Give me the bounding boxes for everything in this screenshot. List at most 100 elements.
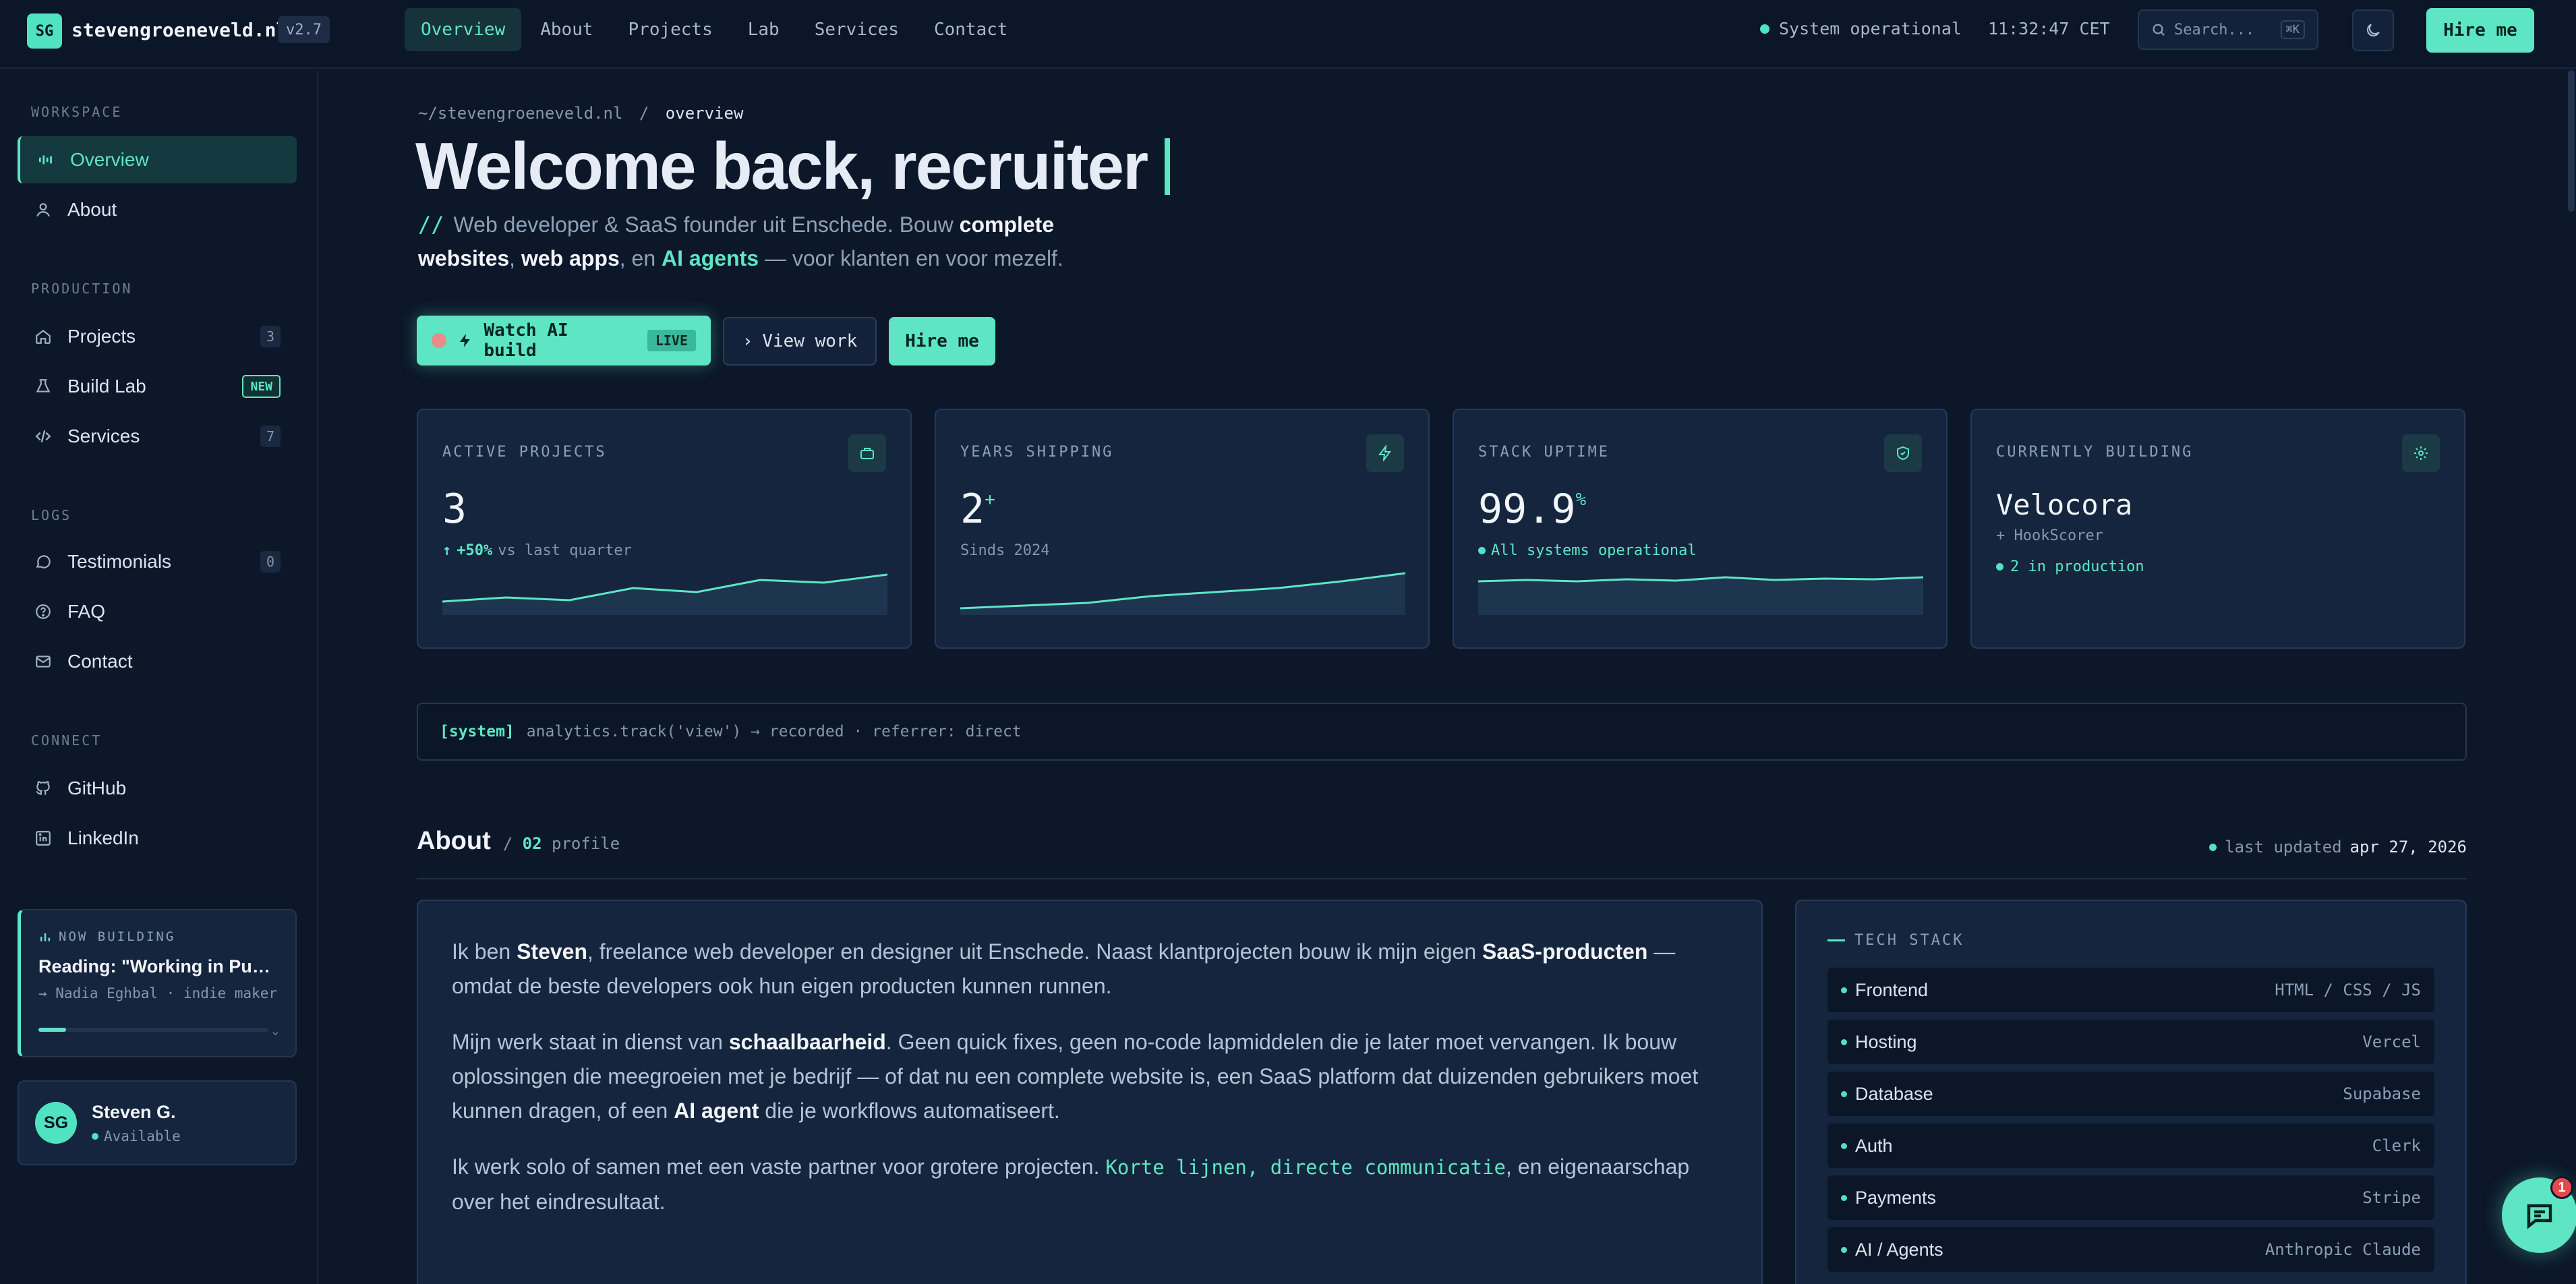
testimonials-count: 0 [260,551,281,573]
flask-icon [34,377,53,396]
tech-key: AI / Agents [1855,1239,1943,1260]
text: Mijn werk staat in dienst van [452,1030,729,1054]
stat-note: ↑ +50% vs last quarter [442,542,632,559]
search-shortcut: ⌘K [2280,20,2305,39]
text: Ik ben [452,939,517,964]
row-dot [1841,1142,1847,1149]
view-work-button[interactable]: › View work [723,317,877,366]
sidebar-item-about[interactable]: About [18,186,297,233]
stat-note-text: All systems operational [1491,542,1697,559]
sidebar-item-label: Projects [67,326,136,347]
gear-icon [2402,434,2440,472]
now-building-card[interactable]: NOW BUILDING Reading: "Working in Public… [18,909,297,1057]
sidebar-item-label: Testimonials [67,551,172,572]
top-nav: Overview About Projects Lab Services Con… [405,8,1024,51]
nav-contact[interactable]: Contact [918,8,1024,51]
tech-key: Hosting [1855,1031,1917,1052]
row-dot [1841,1246,1847,1253]
stat-label: STACK UPTIME [1478,444,1610,461]
tech-row: Payments Stripe [1827,1175,2434,1220]
last-updated: last updated apr 27, 2026 [2209,838,2467,856]
nav-lab[interactable]: Lab [732,8,796,51]
divider [417,878,2467,879]
sidebar-item-label: Build Lab [67,376,146,397]
briefcase-icon [848,434,886,472]
stat-value: 2+ [960,486,995,533]
system-log: [system] analytics.track('view') → recor… [417,703,2467,761]
page-title-text: Welcome back, recruiter [415,129,1148,203]
sparkline-chart [442,573,887,615]
nav-projects[interactable]: Projects [612,8,729,51]
stat-card-years-shipping: YEARS SHIPPING 2+ Sinds 2024 [935,409,1430,649]
sidebar-item-linkedin[interactable]: LinkedIn [18,815,297,862]
avatar: SG [35,1102,77,1144]
tech-value: Anthropic Claude [2264,1240,2421,1259]
sidebar-item-build-lab[interactable]: Build Lab NEW [18,363,297,410]
sub-part: — voor klanten en voor mezelf. [759,246,1063,270]
site-name[interactable]: stevengroeneveld.nl [71,19,287,41]
theme-toggle-button[interactable] [2352,9,2394,51]
sidebar-item-label: Services [67,426,140,446]
stat-value-sup: + [985,490,995,510]
stat-card-active-projects: ACTIVE PROJECTS 3 ↑ +50% vs last quarter [417,409,912,649]
accent-text: Korte lijnen, directe communicatie [1105,1156,1506,1179]
sub-part: Web developer & SaaS founder uit Ensched… [453,212,960,237]
scrollbar[interactable] [2568,70,2575,212]
projects-count: 3 [260,326,281,347]
now-building-subtitle: → Nadia Eghbal · indie maker [38,985,278,1001]
about-title: About [417,827,491,855]
updated-label: last updated [2225,838,2342,856]
breadcrumb-current: overview [665,104,744,123]
version-badge: v2.7 [278,16,330,43]
nav-services[interactable]: Services [798,8,915,51]
nav-overview[interactable]: Overview [405,8,522,51]
sub-part: , en [619,246,662,270]
watch-ai-build-button[interactable]: Watch AI build LIVE [417,316,711,366]
sidebar-item-projects[interactable]: Projects 3 [18,313,297,360]
bolt-icon [1366,434,1404,472]
sidebar-item-label: Overview [70,149,149,170]
breadcrumb-root[interactable]: ~/stevengroeneveld.nl [418,104,622,123]
logo-badge[interactable]: SG [27,13,62,49]
row-dot [1841,1039,1847,1045]
now-building-label-row: NOW BUILDING [38,929,278,944]
stat-note: + HookScorer [1996,527,2103,544]
status-dot [1996,563,2003,571]
hire-me-hero-button[interactable]: Hire me [889,317,995,366]
sidebar-item-faq[interactable]: FAQ [18,588,297,635]
sidebar-item-contact[interactable]: Contact [18,638,297,685]
search-button[interactable]: Search... ⌘K [2138,9,2318,50]
about-card: Ik ben Steven, freelance web developer e… [417,900,1763,1284]
search-placeholder: Search... [2174,21,2255,38]
stat-value: Velocora [1996,488,2133,521]
text: die je workflows automatiseert. [759,1099,1060,1123]
hire-me-button[interactable]: Hire me [2426,8,2534,53]
stat-label: CURRENTLY BUILDING [1996,444,2194,461]
text: , freelance web developer en designer ui… [587,939,1483,964]
chevron-down-icon[interactable]: ⌄ [270,1024,281,1039]
tech-value: Supabase [2343,1084,2421,1103]
sidebar-item-overview[interactable]: Overview [18,136,297,183]
profile-card[interactable]: SG Steven G. Available [18,1080,297,1165]
row-dot [1841,1090,1847,1097]
available-dot [92,1132,98,1140]
code-icon [34,427,53,446]
profile-status-text: Available [104,1128,181,1144]
sidebar-item-github[interactable]: GitHub [18,765,297,812]
profile-status: Available [92,1128,181,1144]
stat-delta: +50% [457,542,493,559]
about-paragraph: Ik werk solo of samen met een vaste part… [452,1150,1728,1219]
tech-stack-list: Frontend HTML / CSS / JS Hosting Vercel Da… [1827,968,2434,1272]
status-dot [2209,843,2217,851]
sidebar-item-services[interactable]: Services 7 [18,413,297,460]
section-workspace: WORKSPACE [31,104,123,120]
about-heading: About / 02 profile [417,827,620,856]
sidebar-item-testimonials[interactable]: Testimonials 0 [18,538,297,585]
watch-label: Watch AI build [484,320,568,361]
view-work-label: View work [762,331,858,351]
activity-icon [36,150,55,169]
status-dot [1760,24,1769,34]
title-bar [1827,939,1845,941]
nav-about[interactable]: About [524,8,609,51]
text-caret [1165,138,1171,195]
